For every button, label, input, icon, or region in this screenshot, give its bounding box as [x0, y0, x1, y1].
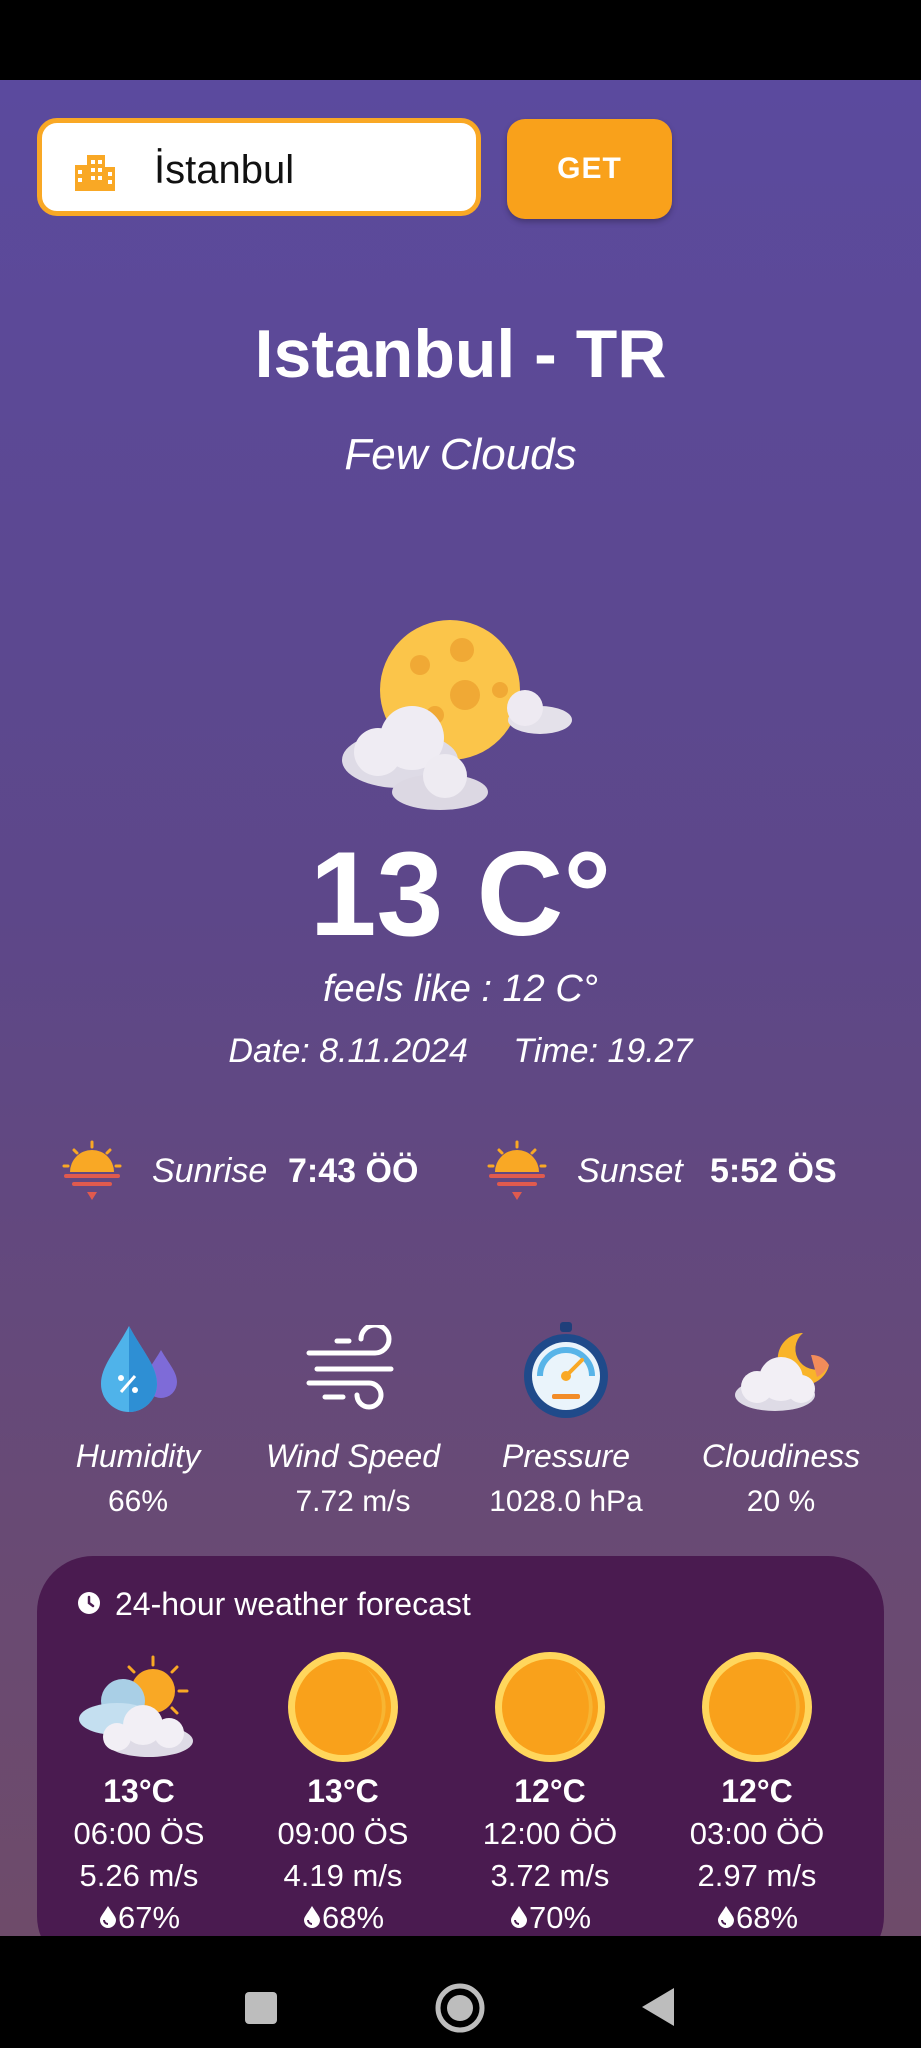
forecast-item: 13°C 09:00 ÖS 4.19 m/s 68%: [248, 1651, 438, 1936]
wind-icon: [248, 1320, 458, 1420]
forecast-time: 03:00 ÖÖ: [689, 1816, 825, 1851]
feels-like: feels like : 12 C°: [323, 968, 598, 1010]
pressure-gauge-icon: [461, 1320, 671, 1420]
back-button[interactable]: [640, 1986, 676, 2033]
sunrise-icon: [60, 1138, 124, 1211]
wind-speed-label: Wind Speed: [265, 1438, 441, 1474]
sunset-value: 5:52 ÖS: [710, 1152, 837, 1190]
status-bar: [0, 0, 921, 80]
cloud-moon-icon: [676, 1320, 886, 1420]
sun-icon: [455, 1651, 645, 1763]
droplet-icon: [717, 1906, 734, 1928]
humidity-stat: Humidity 66%: [33, 1320, 243, 1519]
forecast-humidity: 68%: [248, 1900, 438, 1936]
humidity-label: Humidity: [75, 1438, 201, 1474]
forecast-time: 06:00 ÖS: [73, 1816, 205, 1851]
sunset-icon: [485, 1138, 549, 1211]
forecast-title: 24-hour weather forecast: [115, 1586, 471, 1622]
city-title: Istanbul - TR: [254, 316, 667, 392]
cloudiness-value: 20 %: [746, 1485, 816, 1518]
current-temperature: 13 C°: [309, 827, 612, 961]
clock-icon: [77, 1586, 101, 1623]
cloudiness-stat: Cloudiness 20 %: [676, 1320, 886, 1519]
sun-icon: [248, 1651, 438, 1763]
sunrise-label: Sunrise: [152, 1152, 268, 1190]
back-triangle-icon: [642, 1988, 674, 2026]
city-buildings-icon: [73, 151, 117, 196]
droplet-icon: [303, 1906, 320, 1928]
cloudiness-label: Cloudiness: [701, 1438, 861, 1474]
forecast-humidity: 68%: [662, 1900, 852, 1936]
time-label: Time: 19.27: [513, 1032, 693, 1070]
city-search-input[interactable]: [152, 141, 466, 199]
recent-apps-button[interactable]: [243, 1990, 279, 2031]
forecast-wind: 5.26 m/s: [79, 1858, 199, 1893]
forecast-temp: 12°C: [721, 1773, 793, 1809]
wind-speed-stat: Wind Speed 7.72 m/s: [248, 1320, 458, 1519]
forecast-humidity-value: 68%: [321, 1900, 385, 1935]
pressure-label: Pressure: [501, 1438, 631, 1474]
date-time: Date: 8.11.2024 Time: 19.27: [0, 1032, 921, 1071]
forecast-wind: 3.72 m/s: [490, 1858, 610, 1893]
pressure-stat: Pressure 1028.0 hPa: [461, 1320, 671, 1519]
forecast-item: 12°C 03:00 ÖÖ 2.97 m/s 68%: [662, 1651, 852, 1936]
forecast-time: 09:00 ÖS: [277, 1816, 409, 1851]
moon-cloud-icon: [340, 620, 580, 825]
forecast-humidity-value: 68%: [735, 1900, 799, 1935]
forecast-humidity: 70%: [455, 1900, 645, 1936]
date-label: Date: 8.11.2024: [228, 1032, 468, 1070]
wind-speed-value: 7.72 m/s: [295, 1485, 411, 1518]
forecast-item: 13°C 06:00 ÖS 5.26 m/s 67%: [44, 1651, 234, 1936]
weather-condition: Few Clouds: [344, 430, 577, 479]
forecast-temp: 12°C: [514, 1773, 586, 1809]
forecast-humidity-value: 70%: [528, 1900, 592, 1935]
forecast-temp: 13°C: [307, 1773, 379, 1809]
home-circle-icon: [435, 1983, 485, 2033]
sunrise-row: Sunrise 7:43 ÖÖ: [60, 1138, 440, 1208]
navigation-bar: [0, 1936, 921, 2048]
weather-screen: GET Istanbul - TR Few Clouds 13 C° feels…: [0, 80, 921, 1972]
sunrise-value: 7:43 ÖÖ: [288, 1152, 419, 1190]
forecast-humidity: 67%: [44, 1900, 234, 1936]
droplet-icon: [510, 1906, 527, 1928]
humidity-icon: [33, 1320, 243, 1420]
sunset-row: Sunset 5:52 ÖS: [485, 1138, 865, 1208]
forecast-wind: 2.97 m/s: [697, 1858, 817, 1893]
humidity-value: 66%: [107, 1485, 169, 1518]
forecast-temp: 13°C: [103, 1773, 175, 1809]
forecast-humidity-value: 67%: [117, 1900, 181, 1935]
forecast-time: 12:00 ÖÖ: [482, 1816, 618, 1851]
city-search-box[interactable]: [37, 118, 481, 216]
forecast-wind: 4.19 m/s: [283, 1858, 403, 1893]
pressure-value: 1028.0 hPa: [489, 1485, 643, 1518]
forecast-header: 24-hour weather forecast: [77, 1586, 471, 1623]
get-weather-button[interactable]: GET: [507, 119, 672, 219]
droplet-icon: [99, 1906, 116, 1928]
partly-cloudy-icon: [44, 1651, 234, 1763]
forecast-item: 12°C 12:00 ÖÖ 3.72 m/s 70%: [455, 1651, 645, 1936]
sun-icon: [662, 1651, 852, 1763]
forecast-card: 24-hour weather forecast 13°C 06:00 ÖS 5…: [37, 1556, 884, 1972]
home-button[interactable]: [434, 1982, 486, 2039]
sunset-label: Sunset: [577, 1152, 683, 1190]
square-icon: [245, 1992, 277, 2024]
